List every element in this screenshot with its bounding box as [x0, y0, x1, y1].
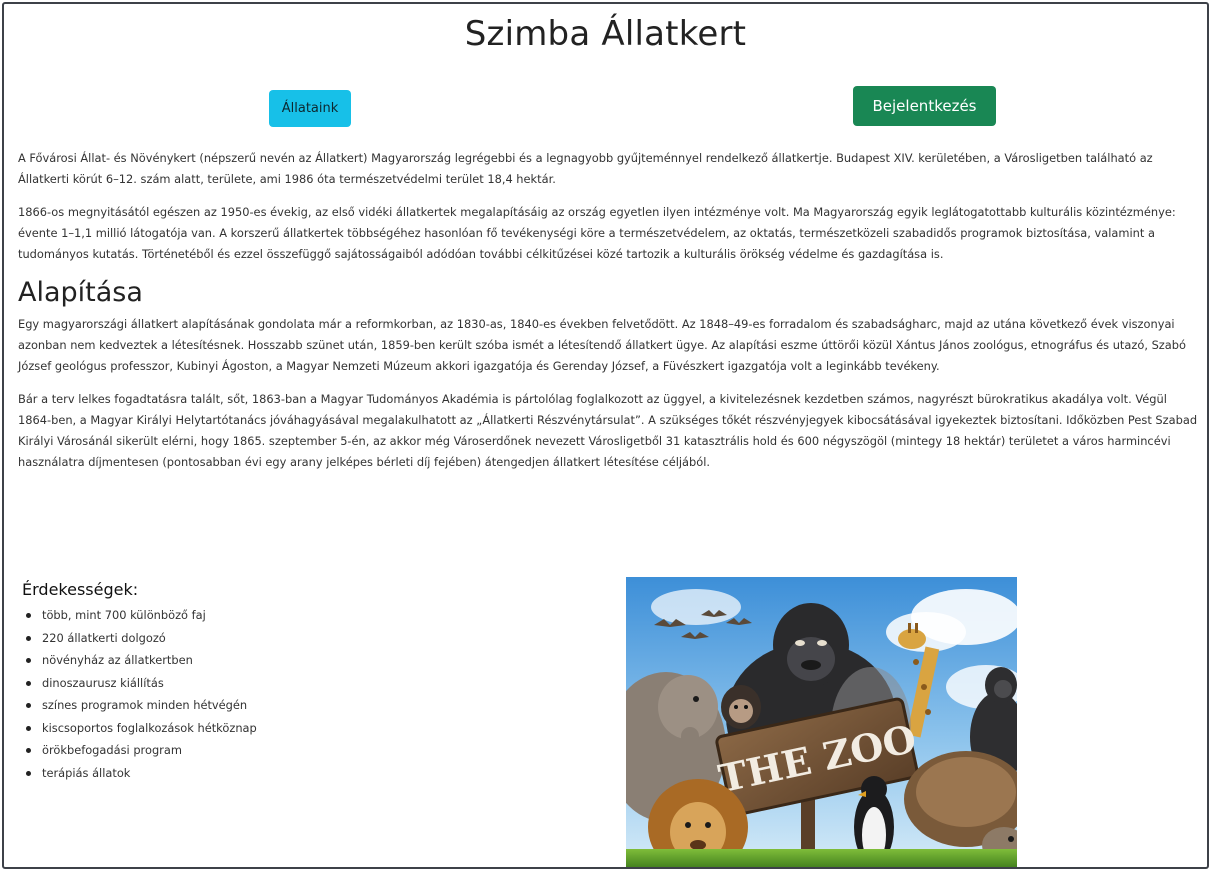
interests-section: Érdekességek: több, mint 700 különböző f…: [22, 580, 582, 784]
founding-paragraph-2: Bár a terv lelkes fogadtatásra talált, s…: [18, 392, 1198, 469]
login-button[interactable]: Bejelentkezés: [853, 86, 996, 126]
list-item: több, mint 700 különböző faj: [24, 604, 582, 627]
page-title: Szimba Állatkert: [464, 14, 747, 54]
intro-paragraph-2: 1866-os megnyitásától egészen az 1950-es…: [18, 205, 1176, 261]
monkey: [721, 685, 761, 729]
animals-button[interactable]: Állataink: [269, 90, 351, 127]
zoo-animals-image: THE ZOO: [626, 577, 1017, 867]
founding-heading: Alapítása: [18, 277, 143, 308]
main-content: A Fővárosi Állat- és Növénykert (népszer…: [18, 148, 1198, 485]
list-item: kiscsoportos foglalkozások hétköznap: [24, 717, 582, 740]
grass: [626, 849, 1017, 867]
list-item: növényház az állatkertben: [24, 649, 582, 672]
founding-paragraph-1: Egy magyarországi állatkert alapításának…: [18, 317, 1186, 373]
list-item: terápiás állatok: [24, 762, 582, 785]
interests-list: több, mint 700 különböző faj 220 állatke…: [24, 604, 582, 784]
list-item: örökbefogadási program: [24, 739, 582, 762]
list-item: dinoszaurusz kiállítás: [24, 672, 582, 695]
list-item: 220 állatkerti dolgozó: [24, 627, 582, 650]
interests-title: Érdekességek:: [22, 580, 139, 599]
page-frame: Szimba Állatkert Állataink Bejelentkezés…: [2, 2, 1209, 869]
intro-paragraph-1: A Fővárosi Állat- és Növénykert (népszer…: [18, 151, 1153, 186]
list-item: színes programok minden hétvégén: [24, 694, 582, 717]
